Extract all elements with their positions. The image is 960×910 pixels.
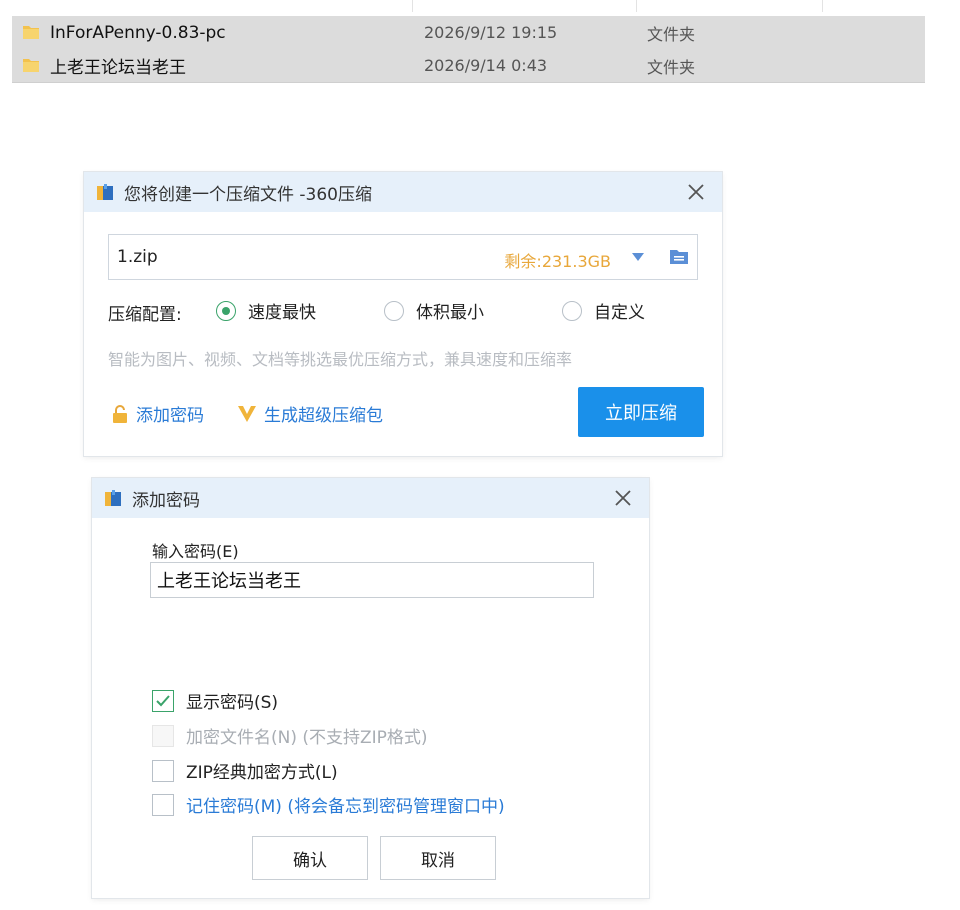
add-password-label: 添加密码 <box>136 406 204 426</box>
checkbox-label: ZIP经典加密方式(L) <box>186 763 338 783</box>
show-password-checkbox[interactable]: 显示密码(S) <box>152 688 278 713</box>
checkbox-label: 加密文件名(N) (不支持ZIP格式) <box>186 728 428 748</box>
360-zip-icon <box>105 490 121 506</box>
file-type: 文件夹 <box>647 24 696 44</box>
dialog-title: 添加密码 <box>132 490 200 511</box>
checkbox-label: 记住密码(M) (将会备忘到密码管理窗口中) <box>186 797 505 817</box>
archive-filename[interactable]: 1.zip <box>117 247 158 267</box>
radio-empty-icon <box>384 300 404 321</box>
zip-classic-encryption-checkbox[interactable]: ZIP经典加密方式(L) <box>152 758 338 783</box>
radio-selected-icon <box>216 300 236 321</box>
browse-folder-icon[interactable] <box>669 247 689 265</box>
compression-hint: 智能为图片、视频、文档等挑选最优压缩方式，兼具速度和压缩率 <box>108 350 573 369</box>
column-divider <box>822 0 823 12</box>
column-divider <box>412 0 413 12</box>
checkbox-label: 显示密码(S) <box>186 693 279 713</box>
folder-icon <box>23 59 39 72</box>
checkbox-disabled-icon <box>152 724 174 747</box>
archive-path-field[interactable]: 1.zip 剩余:231.3GB <box>108 234 698 280</box>
compress-dialog: 您将创建一个压缩文件 -360压缩 1.zip 剩余:231.3GB 压缩配置:… <box>84 172 722 456</box>
ok-button[interactable]: 确认 <box>252 836 368 880</box>
password-input-label: 输入密码(E) <box>152 542 239 561</box>
360-zip-icon <box>97 184 113 200</box>
file-name: 上老王论坛当老王 <box>50 58 186 78</box>
file-row[interactable]: InForAPenny-0.83-pc 2026/9/12 19:15 文件夹 <box>12 16 925 50</box>
close-icon[interactable] <box>684 180 708 204</box>
option-smallest[interactable]: 体积最小 <box>384 298 484 323</box>
password-dialog: 添加密码 输入密码(E) 显示密码(S) 加密文件名(N) (不支持ZIP格式)… <box>92 478 649 898</box>
dialog-title: 您将创建一个压缩文件 -360压缩 <box>124 184 372 205</box>
cancel-button[interactable]: 取消 <box>380 836 496 880</box>
file-name: InForAPenny-0.83-pc <box>50 22 226 43</box>
option-custom[interactable]: 自定义 <box>562 298 645 323</box>
checkbox-checked-icon <box>152 689 174 712</box>
compression-config-label: 压缩配置: <box>108 305 182 325</box>
radio-empty-icon <box>562 300 582 321</box>
option-label: 速度最快 <box>248 303 316 323</box>
encrypt-filename-checkbox: 加密文件名(N) (不支持ZIP格式) <box>152 723 428 748</box>
close-icon[interactable] <box>611 486 635 510</box>
password-input[interactable] <box>150 562 594 598</box>
add-password-link[interactable]: 添加密码 <box>110 401 204 426</box>
file-date: 2026/9/12 19:15 <box>424 23 558 42</box>
chevron-down-icon[interactable] <box>631 252 645 262</box>
file-row[interactable]: 上老王论坛当老王 2026/9/14 0:43 文件夹 <box>12 49 925 83</box>
checkbox-empty-icon <box>152 759 174 782</box>
free-space-label: 剩余:231.3GB <box>504 252 611 271</box>
file-type: 文件夹 <box>647 57 696 77</box>
remember-password-checkbox[interactable]: 记住密码(M) (将会备忘到密码管理窗口中) <box>152 792 505 817</box>
super-package-label: 生成超级压缩包 <box>264 406 383 426</box>
option-label: 自定义 <box>594 303 645 323</box>
lock-icon <box>113 404 127 423</box>
checkbox-empty-icon <box>152 793 174 816</box>
folder-icon <box>23 26 39 39</box>
desktop-stage: InForAPenny-0.83-pc 2026/9/12 19:15 文件夹 … <box>0 0 960 910</box>
compress-dialog-titlebar[interactable]: 您将创建一个压缩文件 -360压缩 <box>84 172 722 212</box>
v-badge-icon <box>238 405 256 422</box>
column-divider <box>636 0 637 12</box>
file-date: 2026/9/14 0:43 <box>424 56 548 75</box>
password-dialog-titlebar[interactable]: 添加密码 <box>92 478 649 518</box>
super-package-link[interactable]: 生成超级压缩包 <box>236 401 383 426</box>
option-fastest[interactable]: 速度最快 <box>216 298 316 323</box>
option-label: 体积最小 <box>416 303 484 323</box>
compress-now-button[interactable]: 立即压缩 <box>578 387 704 437</box>
